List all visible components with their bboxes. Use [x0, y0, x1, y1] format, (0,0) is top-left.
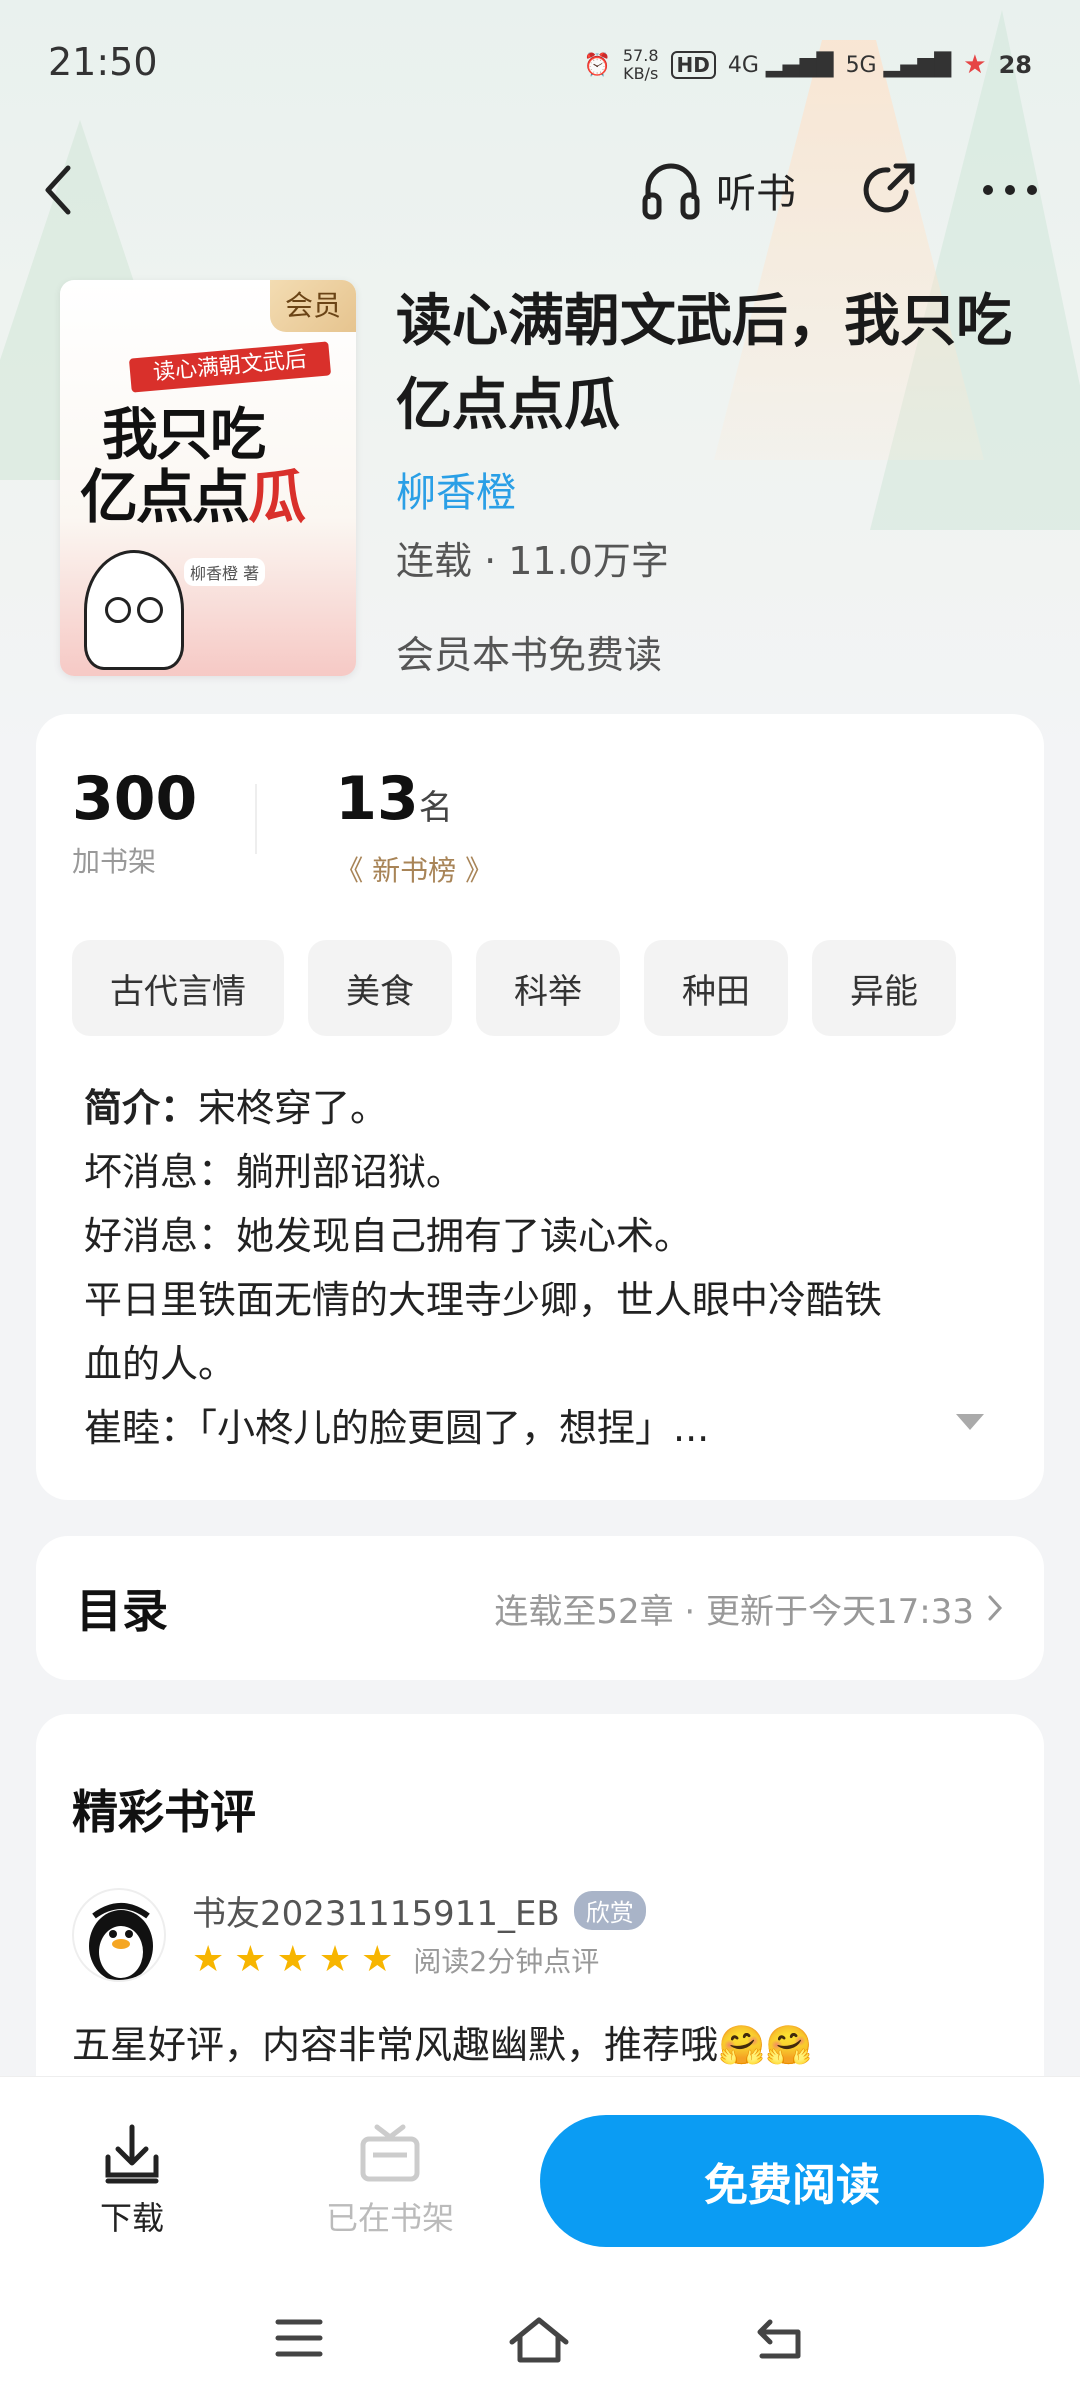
- back-button[interactable]: [40, 150, 100, 230]
- intro-line: 血的人。: [84, 1342, 237, 1386]
- avatar[interactable]: [72, 1888, 166, 1982]
- tag-item[interactable]: 异能: [812, 940, 956, 1036]
- shelf-label: 加书架: [72, 845, 157, 878]
- intro-line: 坏消息：躺刑部诏狱。: [84, 1150, 465, 1194]
- review-rating: ★ ★ ★ ★ ★ 阅读2分钟点评: [192, 1940, 599, 1980]
- vip-badge: 会员: [270, 280, 356, 332]
- star-icon: ★: [192, 1939, 225, 1980]
- listen-button[interactable]: 听书: [640, 159, 796, 221]
- tag-item[interactable]: 种田: [644, 940, 788, 1036]
- tag-list: 古代言情 美食 科举 种田 异能: [72, 940, 956, 1036]
- tag-item[interactable]: 美食: [308, 940, 452, 1036]
- star-icon: ★: [276, 1939, 309, 1980]
- signal-5g-icon: 5G ▂▄▆█: [845, 52, 952, 78]
- cover-author: 柳香橙 著: [184, 558, 266, 586]
- status-icons: ⏰ 57.8 KB/s HD 4G ▂▄▆█ 5G ▂▄▆█ ★ 28: [583, 40, 1032, 90]
- penguin-avatar-icon: [89, 1903, 153, 1980]
- top-nav: 听书: [0, 140, 1080, 240]
- book-info-card: 300 加书架 13名 《 新书榜 》 古代言情 美食 科举 种田 异能 简介：…: [36, 714, 1044, 1500]
- intro-line: 崔睦：「小柊儿的脸更圆了，想捏」...: [84, 1406, 710, 1450]
- tag-item[interactable]: 古代言情: [72, 940, 284, 1036]
- tag-item[interactable]: 科举: [476, 940, 620, 1036]
- download-label: 下载: [100, 2199, 165, 2237]
- stats-divider: [255, 784, 258, 854]
- toc-status: 连载至52章 · 更新于今天17:33: [494, 1584, 1004, 1633]
- headphones-icon: [642, 163, 700, 220]
- expand-arrow-icon[interactable]: [956, 1414, 984, 1430]
- reviewer-name[interactable]: 书友20231115911_EB 欣赏: [192, 1886, 646, 1935]
- cover-character-illustration: [84, 550, 184, 670]
- cover-banner: 读心满朝文武后: [128, 341, 332, 393]
- home-button[interactable]: [508, 2316, 570, 2368]
- review-read-time: 阅读2分钟点评: [413, 1945, 600, 1978]
- rank-stat[interactable]: 13名 《 新书榜 》: [335, 764, 493, 889]
- book-author-link[interactable]: 柳香橙: [396, 460, 516, 518]
- share-button[interactable]: [856, 158, 920, 222]
- intro-line: 平日里铁面无情的大理寺少卿，世人眼中冷酷铁: [84, 1278, 883, 1322]
- book-intro[interactable]: 简介：宋柊穿了。 坏消息：躺刑部诏狱。 好消息：她发现自己拥有了读心术。 平日里…: [84, 1076, 1004, 1460]
- share-icon: [863, 163, 915, 213]
- chevron-right-icon: [988, 1595, 1003, 1621]
- reviewer-badge: 欣赏: [573, 1891, 646, 1930]
- menu-icon: [275, 2319, 323, 2357]
- more-button[interactable]: [980, 180, 1040, 200]
- on-shelf-label: 已在书架: [326, 2199, 455, 2237]
- download-icon: [105, 2124, 159, 2184]
- bottom-action-bar: 下载 已在书架 免费阅读: [0, 2076, 1080, 2266]
- more-icon: [983, 185, 1037, 195]
- toc-title: 目录: [76, 1584, 168, 1638]
- shelf-count: 300: [72, 764, 198, 834]
- book-title: 读心满朝文武后，我只吃亿点点瓜: [396, 289, 1012, 438]
- menu-button[interactable]: [274, 2316, 324, 2364]
- review-text[interactable]: 五星好评，内容非常风趣幽默，推荐哦🤗🤗: [72, 2014, 813, 2069]
- battery-star-icon: ★: [963, 50, 987, 80]
- book-header: 读心满朝文武后 我只吃 亿点点瓜 柳香橙 著 会员 读心满朝文武后，我只吃亿点点…: [60, 280, 1040, 680]
- system-nav-bar: [0, 2266, 1080, 2408]
- stats-row: 300 加书架 13名 《 新书榜 》: [72, 764, 493, 889]
- star-icon: ★: [361, 1939, 394, 1980]
- shelf-stat: 300 加书架: [72, 764, 197, 880]
- bookshelf-icon: [360, 2124, 420, 2182]
- status-time: 21:50: [48, 40, 158, 84]
- intro-line: 好消息：她发现自己拥有了读心术。: [84, 1214, 693, 1258]
- system-back-button[interactable]: [754, 2316, 804, 2366]
- status-bar: 21:50 ⏰ 57.8 KB/s HD 4G ▂▄▆█ 5G ▂▄▆█ ★ 2…: [0, 0, 1080, 130]
- net-speed: 57.8 KB/s: [622, 46, 659, 83]
- vip-free-note: 会员本书免费读: [396, 633, 663, 677]
- star-icon: ★: [318, 1939, 352, 1980]
- hd-icon: HD: [670, 51, 716, 79]
- chevron-left-icon: [45, 165, 71, 215]
- book-cover[interactable]: 读心满朝文武后 我只吃 亿点点瓜 柳香橙 著 会员: [60, 280, 356, 676]
- back-icon: [757, 2319, 801, 2359]
- cover-title-line2: 亿点点瓜: [80, 463, 306, 531]
- listen-label: 听书: [716, 171, 796, 217]
- home-icon: [509, 2317, 569, 2363]
- book-meta: 连载 · 11.0万字: [396, 539, 669, 583]
- star-icon: ★: [234, 1939, 267, 1980]
- signal-4g-icon: 4G ▂▄▆█: [727, 52, 834, 78]
- rank-number: 13名: [335, 764, 453, 834]
- toc-card[interactable]: 目录 连载至52章 · 更新于今天17:33: [36, 1536, 1044, 1680]
- free-read-button[interactable]: 免费阅读: [540, 2115, 1044, 2247]
- battery-level: 28: [998, 51, 1032, 79]
- review-heading: 精彩书评: [72, 1785, 256, 1839]
- intro-line: 简介：宋柊穿了。: [84, 1086, 389, 1130]
- on-shelf-button[interactable]: 已在书架: [326, 2123, 454, 2239]
- alarm-icon: ⏰: [583, 52, 611, 78]
- download-button[interactable]: 下载: [100, 2123, 164, 2239]
- rank-label: 《 新书榜 》: [335, 854, 494, 887]
